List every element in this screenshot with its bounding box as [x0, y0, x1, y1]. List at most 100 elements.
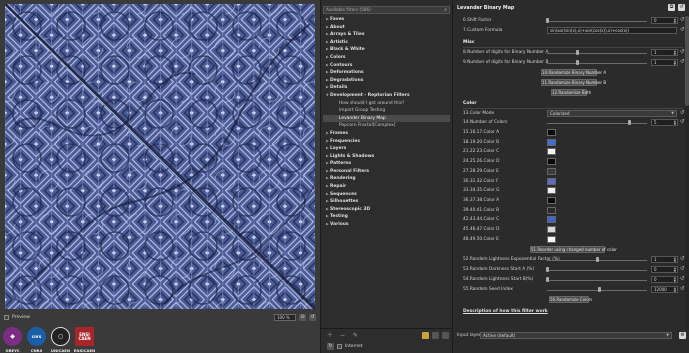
chevron-down-icon[interactable]: ▼ [671, 111, 674, 116]
digits-a-spinbox[interactable]: 1 ▲ ▼ [651, 49, 678, 56]
zoom-reset-button[interactable]: ↺ [309, 313, 316, 321]
spin-arrows-icon[interactable]: ▲ ▼ [674, 267, 676, 273]
tree-folder[interactable]: ▶Sequences [323, 191, 450, 199]
randomize-colors-button[interactable]: 56.Randomize Colors [549, 296, 592, 303]
visibility-toggle-icon[interactable] [422, 332, 429, 339]
tree-folder[interactable]: ▶Silhouettes [323, 198, 450, 206]
color-mode-select[interactable]: Colorized ▼ [547, 110, 677, 117]
add-fave-icon[interactable]: ＋ [327, 332, 334, 339]
tree-folder[interactable]: ▼Development - Reptorian Filters [323, 92, 450, 100]
color-swatch-button[interactable] [547, 158, 556, 166]
tree-filter-item[interactable]: Import Group Testing [323, 107, 450, 115]
lightness-start-spinbox[interactable]: 0 ▲ ▼ [651, 276, 678, 283]
slider-knob[interactable] [575, 60, 579, 66]
color-swatch-button[interactable] [547, 129, 556, 136]
spin-arrows-icon[interactable]: ▲ ▼ [674, 50, 676, 56]
spin-arrows-icon[interactable]: ▲ ▼ [674, 257, 676, 263]
zoom-level-field[interactable]: 100 % [274, 313, 296, 321]
color-swatch-button[interactable] [547, 235, 556, 243]
chevron-down-icon[interactable]: ▼ [666, 333, 669, 338]
reset-icon[interactable]: ↺ [680, 286, 685, 293]
digits-b-slider[interactable] [547, 60, 647, 66]
randomize-b-button[interactable]: 11.Randomize Binary Number B [541, 79, 606, 86]
darkness-start-slider[interactable] [545, 267, 647, 273]
preview-image[interactable] [5, 4, 315, 309]
reorder-colors-button[interactable]: 51.Reorder using changed number of color [530, 246, 617, 253]
filter-search-input[interactable]: Available filters (586) ⌕ [323, 6, 450, 14]
lightness-start-slider[interactable] [545, 277, 647, 283]
expand-all-icon[interactable] [432, 332, 439, 339]
custom-formula-input[interactable]: sin(xor(sin(x),x)+xor(cos(x)),x)+cos(x)) [547, 27, 677, 34]
reset-icon[interactable]: ↺ [680, 110, 685, 117]
spin-arrows-icon[interactable]: ▲ ▼ [674, 60, 676, 66]
color-swatch-button[interactable] [547, 187, 556, 195]
spin-arrows-icon[interactable]: ▲ ▼ [674, 277, 676, 283]
number-of-colors-slider[interactable] [547, 120, 647, 126]
lightness-factor-spinbox[interactable]: 1 ▲ ▼ [651, 256, 678, 263]
seed-index-spinbox[interactable]: 12000 ▲ ▼ [651, 286, 678, 293]
slider-knob[interactable] [575, 50, 579, 56]
tree-folder[interactable]: ▶Repair [323, 183, 450, 191]
spin-arrows-icon[interactable]: ▲ ▼ [674, 18, 676, 24]
tree-folder[interactable]: ▶Details [323, 84, 450, 92]
tree-folder[interactable]: ▶Artistic [323, 39, 450, 47]
tree-folder[interactable]: ▶Rendering [323, 175, 450, 183]
shift-factor-slider[interactable] [545, 18, 647, 24]
color-swatch-button[interactable] [547, 226, 556, 233]
tree-folder[interactable]: ▶Lights & Shadows [323, 153, 450, 161]
input-layers-select[interactable]: Active (default) ▼ [480, 332, 672, 339]
tree-folder[interactable]: ▶Colors [323, 54, 450, 62]
tree-folder[interactable]: ▶Frequencies [323, 138, 450, 146]
params-scroll-thumb[interactable] [685, 16, 689, 106]
slider-knob[interactable] [545, 277, 549, 283]
slider-knob[interactable] [545, 267, 549, 273]
slider-knob[interactable] [597, 287, 601, 293]
spin-arrows-icon[interactable]: ▲ ▼ [674, 120, 676, 126]
reset-icon[interactable]: ↺ [680, 256, 685, 263]
shift-factor-spinbox[interactable]: 0 ▲ ▼ [651, 17, 678, 24]
description-link[interactable]: Description of how this filter work [463, 309, 548, 314]
slider-knob[interactable] [595, 257, 599, 263]
internet-checkbox[interactable] [337, 344, 342, 349]
tree-folder[interactable]: ▶Black & White [323, 46, 450, 54]
tree-folder[interactable]: ▶Various [323, 221, 450, 229]
tree-folder[interactable]: ▶Faves [323, 16, 450, 24]
tree-folder[interactable]: ▶About [323, 24, 450, 32]
seed-index-slider[interactable] [547, 287, 647, 293]
reset-icon[interactable]: ↺ [680, 266, 685, 273]
spin-arrows-icon[interactable]: ▲ ▼ [674, 287, 676, 293]
tree-folder[interactable]: ▶Patterns [323, 160, 450, 168]
reset-icon[interactable]: ↺ [680, 17, 685, 24]
randomize-both-button[interactable]: 12.Randomize Both [551, 89, 591, 96]
tree-filter-item[interactable]: How should I get around this? [323, 100, 450, 108]
lightness-factor-slider[interactable] [547, 257, 647, 263]
tree-filter-item[interactable]: Popcorn Fractal[Complex] [323, 122, 450, 130]
preview-checkbox[interactable] [4, 314, 9, 320]
slider-knob[interactable] [627, 120, 631, 126]
digits-a-slider[interactable] [547, 50, 647, 56]
rename-fave-icon[interactable]: ✎ [353, 332, 360, 339]
color-swatch-button[interactable] [547, 177, 556, 185]
randomize-a-button[interactable]: 10.Randomize Binary Number A [541, 69, 606, 76]
zoom-fit-button[interactable]: ⊙ [299, 313, 306, 321]
tree-folder[interactable]: ▶Contours [323, 62, 450, 70]
search-icon[interactable]: ⌕ [444, 7, 447, 13]
reset-params-icon[interactable]: ↺ [678, 4, 685, 11]
reset-icon[interactable]: ↺ [680, 27, 685, 34]
color-swatch-button[interactable] [547, 206, 556, 214]
slider-knob[interactable] [545, 18, 549, 24]
settings-icon[interactable]: ⚙ [679, 332, 686, 339]
tree-folder[interactable]: ▶Degradations [323, 77, 450, 85]
tree-folder[interactable]: ▶Personal Filters [323, 168, 450, 176]
reset-icon[interactable]: ↺ [680, 276, 685, 283]
color-swatch-button[interactable] [547, 148, 556, 156]
refresh-icon[interactable]: ↻ [327, 343, 334, 350]
tree-folder[interactable]: ▶Deformations [323, 69, 450, 77]
color-swatch-button[interactable] [547, 196, 556, 204]
collapse-all-icon[interactable] [442, 332, 449, 339]
tree-folder[interactable]: ▶Stereoscopic 3D [323, 206, 450, 214]
color-swatch-button[interactable] [547, 216, 556, 224]
digits-b-spinbox[interactable]: 1 ▲ ▼ [651, 59, 678, 66]
color-swatch-button[interactable] [547, 167, 556, 175]
reset-icon[interactable]: ↺ [680, 119, 685, 126]
